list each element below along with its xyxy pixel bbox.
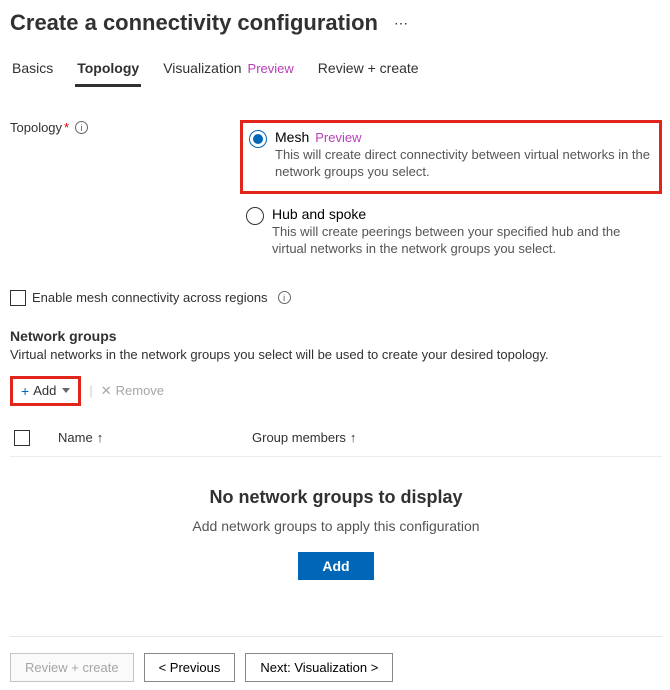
mesh-regions-row[interactable]: Enable mesh connectivity across regions … bbox=[10, 290, 662, 306]
topology-label: Topology * i bbox=[10, 120, 240, 135]
tab-topology[interactable]: Topology bbox=[75, 54, 141, 87]
sort-up-icon: ↑ bbox=[350, 430, 357, 445]
radio-hub-desc: This will create peerings between your s… bbox=[272, 224, 656, 258]
more-actions-icon[interactable]: ⋯ bbox=[390, 11, 412, 36]
close-icon: ✕ bbox=[101, 383, 112, 399]
chevron-down-icon bbox=[62, 388, 70, 393]
tab-review-create[interactable]: Review + create bbox=[316, 54, 421, 87]
tab-visualization-label: Visualization bbox=[163, 60, 241, 76]
mesh-regions-checkbox[interactable] bbox=[10, 290, 26, 306]
column-name[interactable]: Name↑ bbox=[58, 430, 228, 445]
radio-mesh-desc: This will create direct connectivity bet… bbox=[275, 147, 653, 181]
tab-visualization[interactable]: Visualization Preview bbox=[161, 54, 296, 87]
table-header: Name↑ Group members↑ bbox=[10, 430, 662, 457]
add-network-group-button[interactable]: + Add bbox=[10, 376, 81, 406]
required-indicator: * bbox=[64, 120, 69, 135]
radio-option-mesh[interactable]: Mesh Preview This will create direct con… bbox=[240, 120, 662, 194]
add-button[interactable]: Add bbox=[298, 552, 373, 580]
remove-network-group-button[interactable]: ✕ Remove bbox=[101, 383, 164, 399]
mesh-regions-label: Enable mesh connectivity across regions bbox=[32, 290, 268, 305]
previous-button[interactable]: < Previous bbox=[144, 653, 236, 682]
review-create-button: Review + create bbox=[10, 653, 134, 682]
radio-hub-title: Hub and spoke bbox=[272, 206, 366, 222]
empty-title: No network groups to display bbox=[10, 487, 662, 508]
network-groups-title: Network groups bbox=[10, 328, 662, 344]
page-title: Create a connectivity configuration bbox=[10, 10, 378, 36]
toolbar-divider: | bbox=[89, 383, 92, 398]
network-groups-desc: Virtual networks in the network groups y… bbox=[10, 347, 662, 362]
info-icon[interactable]: i bbox=[75, 121, 88, 134]
radio-mesh-title: Mesh bbox=[275, 129, 309, 145]
plus-icon: + bbox=[21, 383, 29, 399]
preview-badge: Preview bbox=[248, 61, 294, 76]
footer: Review + create < Previous Next: Visuali… bbox=[10, 636, 662, 682]
column-group-members[interactable]: Group members↑ bbox=[252, 430, 662, 445]
empty-state: No network groups to display Add network… bbox=[10, 457, 662, 620]
remove-label: Remove bbox=[116, 383, 164, 398]
info-icon[interactable]: i bbox=[278, 291, 291, 304]
empty-desc: Add network groups to apply this configu… bbox=[10, 518, 662, 534]
add-label: Add bbox=[33, 383, 56, 398]
radio-option-hub-spoke[interactable]: Hub and spoke This will create peerings … bbox=[240, 200, 662, 268]
sort-up-icon: ↑ bbox=[97, 430, 104, 445]
preview-badge: Preview bbox=[315, 130, 361, 145]
next-button[interactable]: Next: Visualization > bbox=[245, 653, 393, 682]
tabs: Basics Topology Visualization Preview Re… bbox=[10, 54, 662, 90]
radio-hub-spoke[interactable] bbox=[246, 207, 264, 225]
radio-mesh[interactable] bbox=[249, 130, 267, 148]
tab-basics[interactable]: Basics bbox=[10, 54, 55, 87]
select-all-checkbox[interactable] bbox=[14, 430, 30, 446]
